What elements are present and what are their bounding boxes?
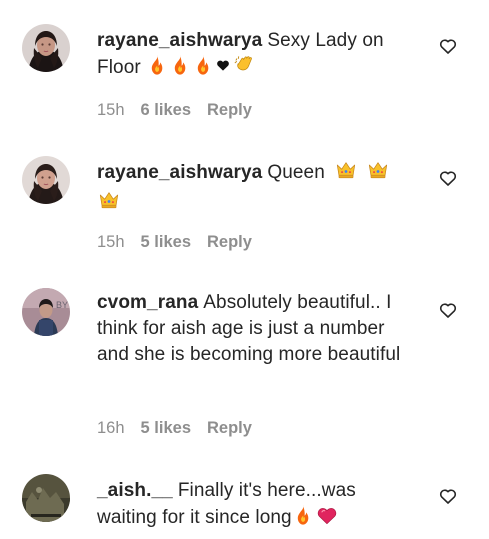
comment-username[interactable]: cvom_rana <box>97 292 198 313</box>
crown-emoji-icon <box>97 189 121 219</box>
clapping-hands-emoji-icon <box>232 54 256 84</box>
comment-likes-count[interactable]: 5 likes <box>141 418 191 438</box>
like-heart-icon[interactable] <box>438 300 458 320</box>
comment-body: rayane_aishwarya Sexy Lady on Floor <box>97 28 417 84</box>
avatar[interactable] <box>22 24 70 72</box>
comment-timestamp[interactable]: 15h <box>97 100 125 120</box>
crown-emoji-icon <box>366 159 390 189</box>
fire-emoji-icon <box>146 54 168 84</box>
comment-username[interactable]: _aish.__ <box>97 480 173 501</box>
reply-button[interactable]: Reply <box>207 418 252 438</box>
red-heart-emoji-icon <box>315 504 339 534</box>
like-heart-icon[interactable] <box>438 168 458 188</box>
fire-emoji-icon <box>292 504 314 534</box>
comment-username[interactable]: rayane_aishwarya <box>97 30 262 51</box>
comment-meta: 15h 5 likes Reply <box>97 232 252 252</box>
crown-emoji-icon <box>334 159 358 189</box>
comment-body: _aish.__ Finally it's here...was waiting … <box>97 478 417 534</box>
like-heart-icon[interactable] <box>438 36 458 56</box>
fire-emoji-icon <box>192 54 214 84</box>
reply-button[interactable]: Reply <box>207 100 252 120</box>
comment-likes-count[interactable]: 6 likes <box>141 100 191 120</box>
comment-body: cvom_rana Absolutely beautiful.. I think … <box>97 290 417 368</box>
avatar[interactable] <box>22 474 70 522</box>
fire-emoji-icon <box>169 54 191 84</box>
svg-text:BY: BY <box>56 300 68 310</box>
comment-username[interactable]: rayane_aishwarya <box>97 162 262 183</box>
black-heart-emoji-icon <box>215 54 231 84</box>
reply-button[interactable]: Reply <box>207 232 252 252</box>
comment-body: rayane_aishwarya Queen <box>97 159 417 219</box>
comment-likes-count[interactable]: 5 likes <box>141 232 191 252</box>
avatar[interactable] <box>22 156 70 204</box>
like-heart-icon[interactable] <box>438 486 458 506</box>
comment-timestamp[interactable]: 16h <box>97 418 125 438</box>
comment-timestamp[interactable]: 15h <box>97 232 125 252</box>
avatar[interactable]: BY <box>22 288 70 336</box>
comment-text: Queen <box>267 162 325 183</box>
comment-meta: 15h 6 likes Reply <box>97 100 252 120</box>
comment-meta: 16h 5 likes Reply <box>97 418 252 438</box>
